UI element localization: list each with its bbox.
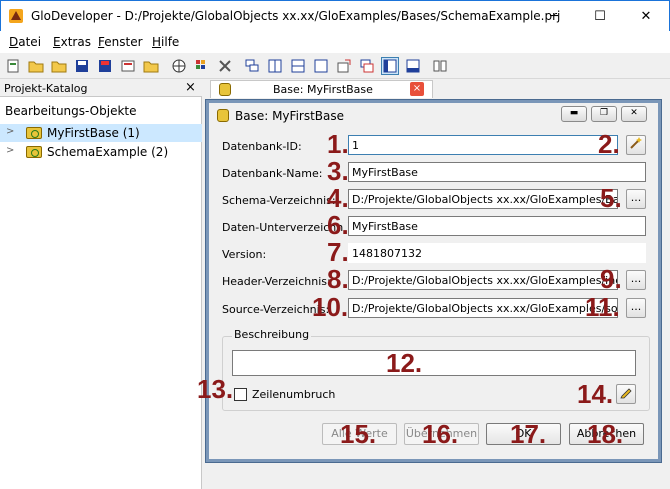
- source-verzeichnis-input[interactable]: D:/Projekte/GlobalObjects xx.xx/GloExamp…: [348, 298, 618, 318]
- grid-icon[interactable]: [193, 57, 211, 75]
- close-button[interactable]: ✕: [623, 1, 669, 32]
- open-file-icon[interactable]: [50, 57, 68, 75]
- annotation-6: 6.: [327, 210, 349, 240]
- database-icon: [217, 109, 229, 122]
- version-value: 1481807132: [348, 243, 646, 263]
- description-group-label: Beschreibung: [232, 328, 312, 341]
- database-icon: [219, 83, 231, 96]
- database-icon: [26, 146, 42, 158]
- header-browse-button[interactable]: ...: [626, 270, 646, 290]
- cascade-icon[interactable]: [243, 57, 261, 75]
- line-wrap-label: Zeilenumbruch: [252, 388, 336, 401]
- windows-list-icon[interactable]: [358, 57, 376, 75]
- datenbank-id-input[interactable]: 1: [348, 135, 618, 155]
- datenbank-id-label: Datenbank-ID:: [222, 140, 302, 153]
- annotation-7: 7.: [327, 237, 349, 267]
- panel-header: Projekt-Katalog ×: [0, 80, 202, 97]
- annotation-13: 13.: [197, 374, 234, 404]
- schema-browse-button[interactable]: ...: [626, 189, 646, 209]
- section-heading: Bearbeitungs-Objekte: [5, 104, 137, 118]
- tab-close-icon[interactable]: ×: [410, 82, 424, 96]
- globe-icon[interactable]: [170, 57, 188, 75]
- annotation-1: 1.: [327, 129, 349, 159]
- annotation-3: 3.: [327, 156, 349, 186]
- tile-vertical-icon[interactable]: [266, 57, 284, 75]
- annotation-15: 15.: [340, 419, 377, 449]
- menu-datei[interactable]: Datei: [9, 35, 41, 49]
- database-icon: [26, 127, 42, 139]
- menu-extras[interactable]: Extras: [53, 35, 91, 49]
- schema-verzeichnis-label: Schema-Verzeichnis:: [222, 194, 336, 207]
- dialog-titlebar: Base: MyFirstBase ▬ ❐ ✕: [209, 103, 658, 127]
- panel-close-icon[interactable]: ×: [185, 80, 196, 95]
- tab-myfirstbase[interactable]: Base: MyFirstBase ×: [210, 80, 433, 98]
- app-logo-icon: [8, 8, 24, 24]
- line-wrap-checkbox[interactable]: [234, 388, 247, 401]
- window-titlebar: GloDeveloper - D:/Projekte/GlobalObjects…: [0, 0, 670, 31]
- new-project-icon[interactable]: [4, 57, 22, 75]
- daten-unterverzeichnis-input[interactable]: MyFirstBase: [348, 216, 646, 236]
- panel-bottom-icon[interactable]: [404, 57, 422, 75]
- tree-item-myfirstbase[interactable]: > MyFirstBase (1): [0, 124, 202, 142]
- panel-left-icon[interactable]: [381, 57, 399, 75]
- open-folder-icon[interactable]: [27, 57, 45, 75]
- dialog-minimize-button[interactable]: ▬: [561, 106, 587, 122]
- dialog-title: Base: MyFirstBase: [235, 109, 345, 123]
- annotation-18: 18.: [587, 419, 624, 449]
- window-title: GloDeveloper - D:/Projekte/GlobalObjects…: [31, 9, 561, 23]
- export-icon[interactable]: [335, 57, 353, 75]
- daten-unterverzeichnis-label: Daten-Unterverzeichnis:: [222, 221, 344, 234]
- annotation-12: 12.: [386, 348, 423, 378]
- tree-item-label: MyFirstBase (1): [47, 126, 140, 140]
- description-textarea[interactable]: [232, 350, 636, 376]
- datenbank-name-label: Datenbank-Name:: [222, 167, 323, 180]
- window-icon[interactable]: [312, 57, 330, 75]
- dialog-close-button[interactable]: ✕: [621, 106, 647, 122]
- annotation-11: 11.: [585, 292, 620, 322]
- annotation-8: 8.: [327, 264, 349, 294]
- edit-description-button[interactable]: [616, 384, 636, 404]
- open-base-icon[interactable]: [142, 57, 160, 75]
- header-verzeichnis-label: Header-Verzeichnis:: [222, 275, 331, 288]
- menu-fenster[interactable]: Fenster: [98, 35, 143, 49]
- annotation-14: 14.: [577, 379, 614, 409]
- chevron-right-icon[interactable]: >: [6, 126, 14, 137]
- annotation-5: 5.: [600, 183, 622, 213]
- chevron-right-icon[interactable]: >: [6, 145, 14, 156]
- tree-item-label: SchemaExample (2): [47, 145, 169, 159]
- version-label: Version:: [222, 248, 267, 261]
- source-browse-button[interactable]: ...: [626, 298, 646, 318]
- menu-hilfe[interactable]: Hilfe: [152, 35, 179, 49]
- header-verzeichnis-input[interactable]: D:/Projekte/GlobalObjects xx.xx/GloExamp…: [348, 270, 618, 290]
- annotation-4: 4.: [327, 183, 349, 213]
- help-book-icon[interactable]: [431, 57, 449, 75]
- save-icon[interactable]: [73, 57, 91, 75]
- tools-icon[interactable]: [216, 57, 234, 75]
- tab-label: Base: MyFirstBase: [273, 83, 373, 96]
- tree-item-schemaexample[interactable]: > SchemaExample (2): [0, 143, 202, 161]
- minimize-button[interactable]: ─: [531, 1, 577, 32]
- maximize-button[interactable]: ☐: [577, 1, 623, 32]
- properties-icon[interactable]: [119, 57, 137, 75]
- annotation-17: 17.: [510, 419, 547, 449]
- tile-horizontal-icon[interactable]: [289, 57, 307, 75]
- save-all-icon[interactable]: [96, 57, 114, 75]
- wand-button[interactable]: [626, 135, 646, 155]
- schema-verzeichnis-input[interactable]: D:/Projekte/GlobalObjects xx.xx/GloExamp…: [348, 189, 618, 209]
- panel-title: Projekt-Katalog: [4, 82, 88, 95]
- annotation-10: 10.: [312, 292, 349, 322]
- toolbar: [0, 53, 670, 79]
- annotation-9: 9.: [600, 264, 622, 294]
- annotation-2: 2.: [598, 129, 620, 159]
- dialog-restore-button[interactable]: ❐: [591, 106, 617, 122]
- menu-bar: Datei Extras Fenster Hilfe: [0, 31, 670, 53]
- datenbank-name-input[interactable]: MyFirstBase: [348, 162, 646, 182]
- annotation-16: 16.: [422, 419, 459, 449]
- project-catalog-panel: Projekt-Katalog × Bearbeitungs-Objekte >…: [0, 80, 202, 489]
